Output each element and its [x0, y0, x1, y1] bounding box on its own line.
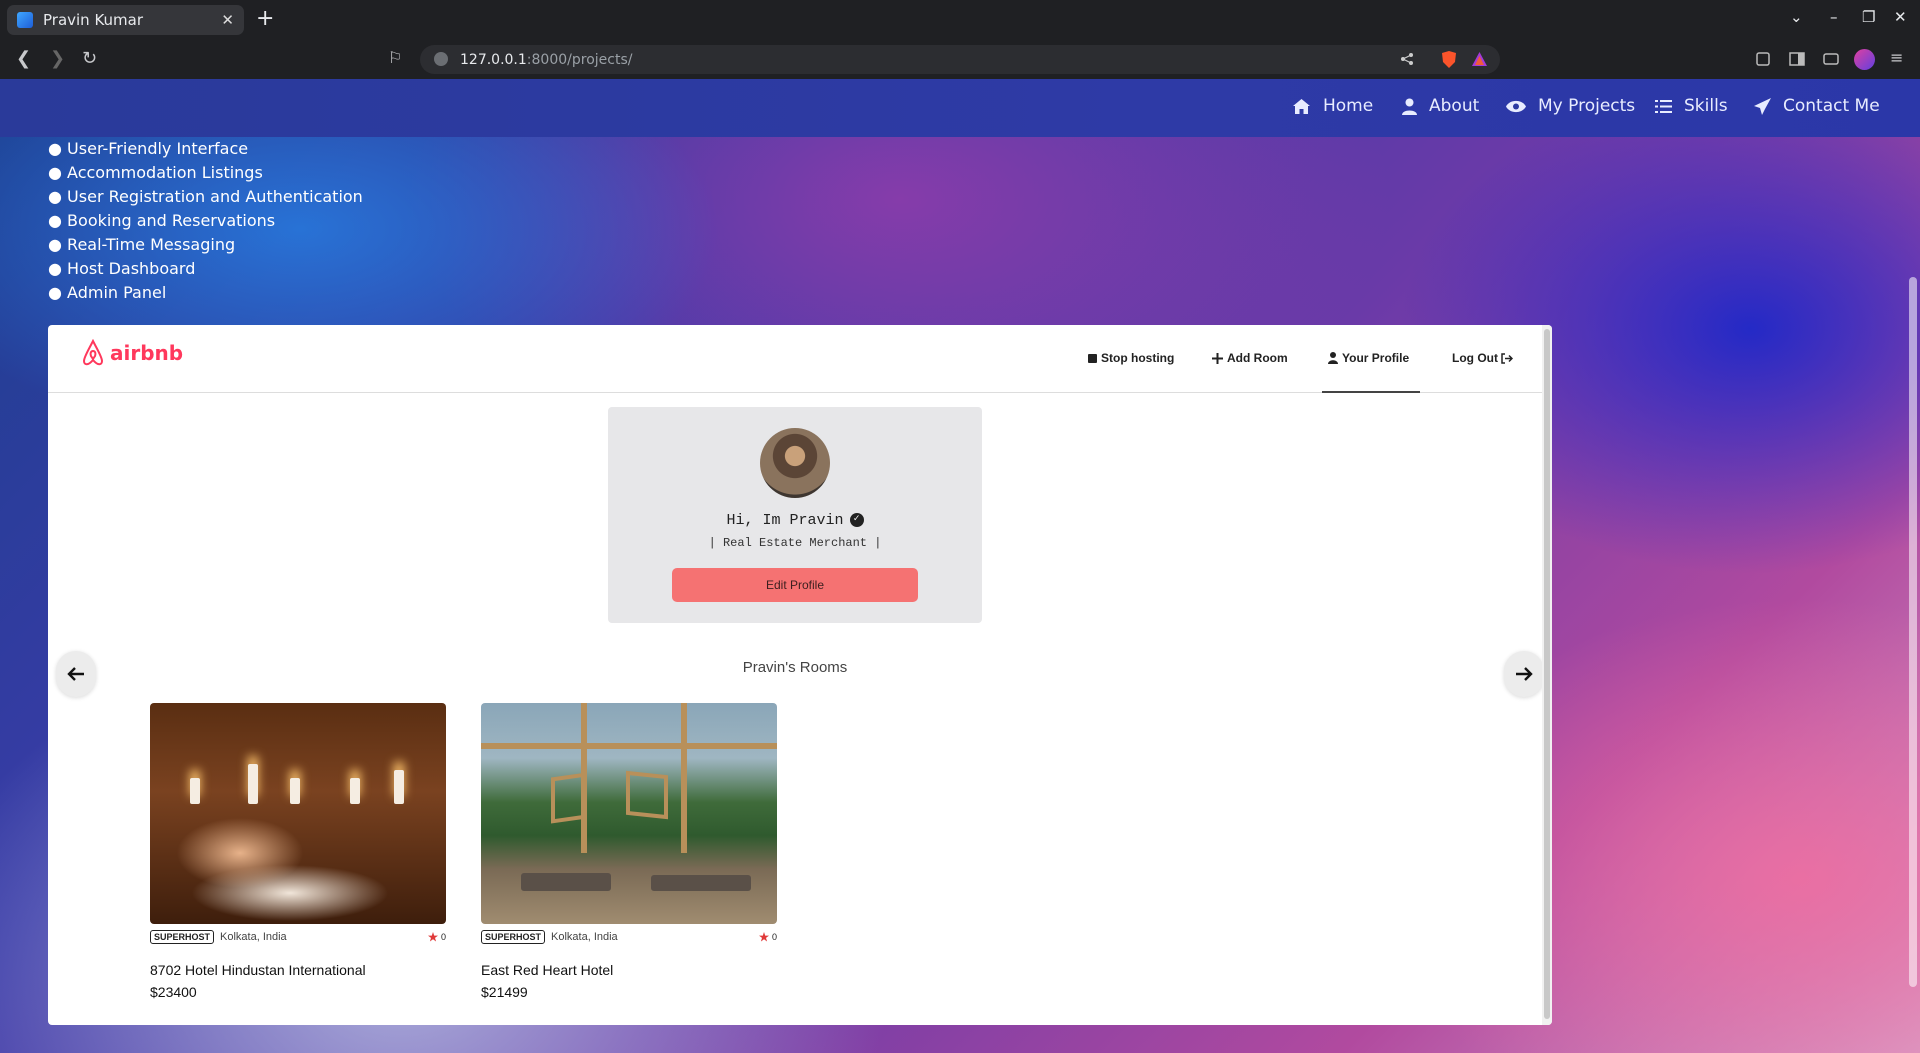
superhost-badge: SUPERHOST: [150, 930, 215, 944]
room-rating: 0: [758, 932, 777, 942]
menu-icon[interactable]: ≡: [1890, 48, 1903, 67]
sign-out-icon: [1501, 352, 1513, 364]
project-preview-frame: airbnb Stop hosting Add Room Your Profil…: [48, 325, 1552, 1025]
add-room-label: Add Room: [1227, 351, 1288, 365]
profile-card: Hi, Im Pravin ✓ | Real Estate Merchant | …: [608, 407, 982, 623]
brave-shield-icon[interactable]: [1440, 50, 1458, 69]
room-name[interactable]: East Red Heart Hotel: [481, 962, 777, 978]
verified-icon: ✓: [849, 513, 864, 528]
list-icon: [1655, 99, 1672, 113]
nav-home-label: Home: [1323, 96, 1374, 116]
nav-skills[interactable]: Skills: [1655, 96, 1728, 116]
room-price: $21499: [481, 984, 528, 1000]
address-bar[interactable]: 127.0.0.1:8000/projects/: [420, 45, 1500, 74]
share-icon[interactable]: [1400, 52, 1414, 66]
airbnb-logo-icon: [82, 339, 104, 366]
nav-skills-label: Skills: [1684, 96, 1728, 116]
nav-my-projects[interactable]: My Projects: [1506, 96, 1635, 116]
forward-icon[interactable]: ❯: [50, 48, 65, 69]
sidebar-icon[interactable]: [1788, 50, 1806, 68]
feature-item: ● User-Friendly Interface: [48, 139, 249, 158]
stop-hosting-link[interactable]: Stop hosting: [1088, 351, 1174, 365]
stop-hosting-label: Stop hosting: [1101, 351, 1175, 365]
room-card[interactable]: SUPERHOST Kolkata, India 0 8702 Hotel Hi…: [150, 703, 446, 1000]
tab-title: Pravin Kumar: [43, 11, 144, 29]
tab-close-icon[interactable]: ✕: [221, 11, 234, 29]
room-photo[interactable]: [150, 703, 446, 924]
page-viewport: Home About My Projects Skills Contact Me…: [0, 79, 1920, 1053]
frame-scrollbar[interactable]: [1542, 325, 1552, 1025]
room-rating: 0: [427, 932, 446, 942]
your-profile-label: Your Profile: [1342, 351, 1410, 365]
nav-about-label: About: [1429, 96, 1480, 116]
user-icon: [1328, 352, 1338, 364]
bookmark-icon[interactable]: ⚐: [388, 48, 402, 67]
site-favicon-icon: [17, 12, 33, 28]
active-tab-indicator: [1322, 391, 1420, 393]
new-tab-icon[interactable]: +: [256, 6, 274, 31]
profile-role: | Real Estate Merchant |: [708, 536, 882, 550]
site-navbar: Home About My Projects Skills Contact Me: [0, 79, 1920, 137]
feature-item: ● Booking and Reservations: [48, 211, 276, 230]
page-scrollbar[interactable]: [1906, 137, 1920, 1053]
feature-item: ● Host Dashboard: [48, 259, 196, 278]
back-icon[interactable]: ❮: [16, 48, 31, 69]
room-name[interactable]: 8702 Hotel Hindustan International: [150, 962, 446, 978]
page-scrollbar-thumb[interactable]: [1909, 277, 1917, 987]
airbnb-logo[interactable]: airbnb: [80, 339, 183, 367]
room-meta: SUPERHOST Kolkata, India 0: [481, 930, 777, 944]
profile-avatar: [760, 428, 830, 498]
feature-list: ● User-Friendly Interface ● Accommodatio…: [48, 137, 363, 305]
star-icon: [758, 932, 769, 942]
plus-icon: [1212, 352, 1223, 364]
tab-search-icon[interactable]: ⌄: [1790, 8, 1803, 26]
feature-item: ● Admin Panel: [48, 283, 167, 302]
feature-item: ● Accommodation Listings: [48, 163, 263, 182]
star-icon: [427, 932, 438, 942]
room-meta: SUPERHOST Kolkata, India 0: [150, 930, 446, 944]
room-photo[interactable]: [481, 703, 777, 924]
log-out-label: Log Out: [1452, 351, 1498, 365]
nav-contact-me-label: Contact Me: [1783, 96, 1880, 116]
reload-icon[interactable]: ↻: [82, 48, 97, 69]
airbnb-header: airbnb Stop hosting Add Room Your Profil…: [48, 325, 1542, 393]
room-location: Kolkata, India: [220, 931, 287, 943]
feature-item: ● Real-Time Messaging: [48, 235, 236, 254]
room-price: $23400: [150, 984, 197, 1000]
profile-avatar[interactable]: [1854, 49, 1875, 70]
nav-my-projects-label: My Projects: [1538, 96, 1636, 116]
arrow-right-icon: [1516, 667, 1533, 681]
browser-toolbar: ❮ ❯ ↻ ⚐ 127.0.0.1:8000/projects/ ≡: [0, 40, 1920, 79]
user-icon: [1402, 98, 1417, 115]
site-info-icon[interactable]: [434, 52, 448, 66]
room-location: Kolkata, India: [551, 931, 618, 943]
send-icon: [1754, 97, 1771, 115]
log-out-link[interactable]: Log Out: [1452, 351, 1517, 365]
url-text: 127.0.0.1:8000/projects/: [460, 51, 633, 68]
nav-contact-me[interactable]: Contact Me: [1754, 96, 1880, 116]
browser-tab-bar: Pravin Kumar ✕ + ⌄ – ❐ ✕: [0, 0, 1920, 40]
rooms-title: Pravin's Rooms: [742, 659, 848, 676]
eye-icon: [1506, 100, 1526, 112]
profile-greeting: Hi, Im Pravin ✓: [608, 512, 982, 529]
room-card[interactable]: SUPERHOST Kolkata, India 0 East Red Hear…: [481, 703, 777, 1000]
your-profile-link[interactable]: Your Profile: [1328, 351, 1409, 365]
airbnb-logo-text: airbnb: [110, 341, 184, 365]
carousel-next-button[interactable]: [1504, 651, 1544, 697]
window-close-icon[interactable]: ✕: [1894, 8, 1907, 26]
extensions-icon[interactable]: [1754, 50, 1772, 68]
feature-item: ● User Registration and Authentication: [48, 187, 363, 206]
home-icon: [1293, 98, 1310, 114]
nav-about[interactable]: About: [1402, 96, 1479, 116]
wallet-icon[interactable]: [1822, 50, 1840, 68]
browser-tab[interactable]: Pravin Kumar ✕: [7, 5, 244, 35]
maximize-icon[interactable]: ❐: [1862, 8, 1875, 26]
add-room-link[interactable]: Add Room: [1212, 351, 1288, 365]
nav-home[interactable]: Home: [1292, 96, 1373, 116]
brave-rewards-icon[interactable]: [1471, 51, 1488, 67]
minimize-icon[interactable]: –: [1830, 8, 1838, 26]
edit-profile-button[interactable]: Edit Profile: [672, 568, 918, 602]
stop-icon: [1088, 353, 1097, 363]
superhost-badge: SUPERHOST: [481, 930, 546, 944]
